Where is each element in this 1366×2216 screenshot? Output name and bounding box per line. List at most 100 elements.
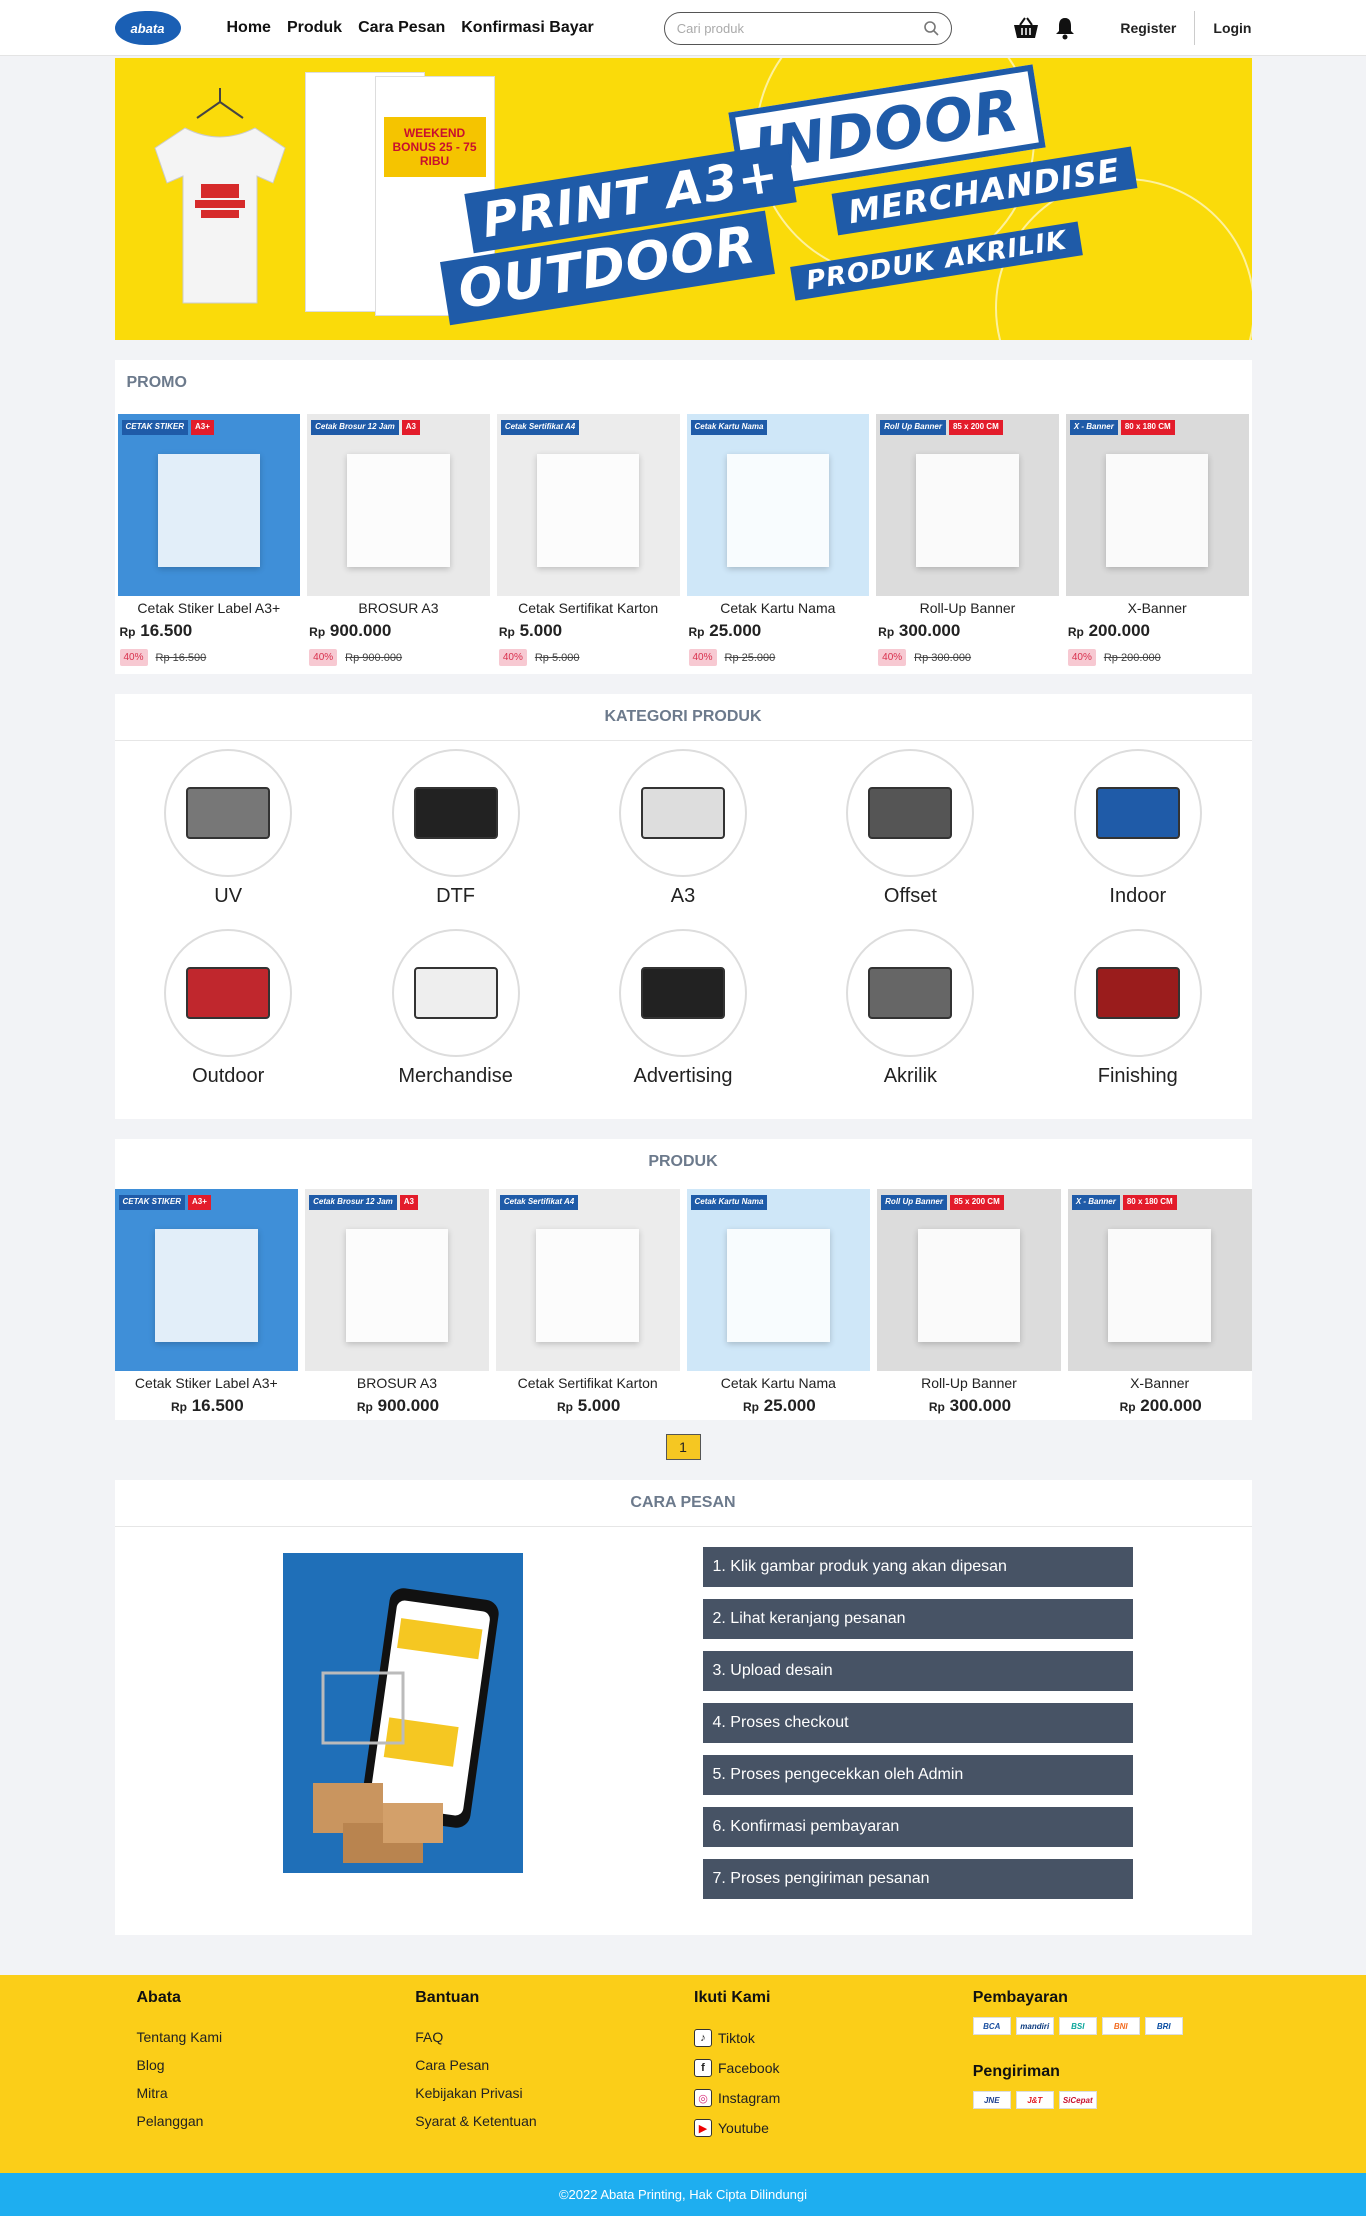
footer-link-faq[interactable]: FAQ <box>415 2029 694 2045</box>
category-label[interactable]: Offset <box>797 885 1024 908</box>
product-price: Rp 16.500 <box>115 1396 299 1416</box>
product-name[interactable]: Cetak Stiker Label A3+ <box>118 600 301 616</box>
product-name[interactable]: X-Banner <box>1066 600 1249 616</box>
category-label[interactable]: DTF <box>342 885 569 908</box>
category-image[interactable] <box>164 929 293 1057</box>
product-card[interactable]: Cetak Brosur 12 Jam A3 BROSUR A3 Rp 900.000 <box>305 1189 489 1420</box>
product-card[interactable]: X - Banner 80 x 180 CM X-Banner Rp 200.000 <box>1067 1189 1252 1420</box>
category-image[interactable] <box>618 929 747 1057</box>
footer-link-blog[interactable]: Blog <box>137 2057 416 2073</box>
category-image[interactable] <box>391 929 520 1057</box>
product-image[interactable]: Cetak Kartu Nama <box>686 414 870 596</box>
category-dtf[interactable]: DTF <box>342 749 569 929</box>
product-image[interactable]: X - Banner 80 x 180 CM <box>1065 414 1249 596</box>
nav-home[interactable]: Home <box>227 19 271 37</box>
category-image[interactable] <box>1073 749 1202 877</box>
product-image[interactable]: CETAK STIKER A3+ <box>114 1189 299 1371</box>
product-image[interactable]: Cetak Sertifikat A4 <box>496 414 680 596</box>
machine-icon <box>413 787 498 839</box>
product-name[interactable]: Cetak Stiker Label A3+ <box>115 1375 299 1391</box>
currency-label: Rp <box>170 1400 187 1414</box>
promo-product-card[interactable]: Cetak Brosur 12 Jam A3 BROSUR A3 Rp 900.000… <box>307 414 490 674</box>
nav-konfirmasi-bayar[interactable]: Konfirmasi Bayar <box>461 19 594 37</box>
product-image[interactable]: X - Banner 80 x 180 CM <box>1067 1189 1252 1371</box>
category-akrilik[interactable]: Akrilik <box>797 929 1024 1109</box>
category-label[interactable]: A3 <box>569 885 796 908</box>
product-image[interactable]: Roll Up Banner 85 x 200 CM <box>876 414 1059 596</box>
category-uv[interactable]: UV <box>115 749 342 929</box>
footer-link-cara-pesan[interactable]: Cara Pesan <box>415 2057 694 2073</box>
category-image[interactable] <box>391 749 520 877</box>
hero-banner[interactable]: WEEKEND BONUS 25 - 75 RIBU INDOOR PRINT … <box>114 58 1252 340</box>
product-name[interactable]: Roll-Up Banner <box>877 1375 1061 1391</box>
footer-link-pelanggan[interactable]: Pelanggan <box>137 2113 416 2129</box>
category-label[interactable]: Akrilik <box>797 1065 1024 1088</box>
product-name[interactable]: Cetak Kartu Nama <box>687 600 870 616</box>
product-image[interactable]: Cetak Brosur 12 Jam A3 <box>307 414 490 596</box>
category-indoor[interactable]: Indoor <box>1024 749 1251 929</box>
category-image[interactable] <box>846 929 975 1057</box>
product-image-label: CETAK STIKER <box>118 1195 186 1210</box>
footer-link-facebook[interactable]: f Facebook <box>694 2059 973 2077</box>
product-name[interactable]: BROSUR A3 <box>305 1375 489 1391</box>
abata-logo[interactable]: abata <box>114 11 181 45</box>
product-name[interactable]: X-Banner <box>1068 1375 1252 1391</box>
footer-link-syarat-ketentuan[interactable]: Syarat & Ketentuan <box>415 2113 694 2129</box>
cart-icon[interactable] <box>1012 16 1040 40</box>
product-name[interactable]: Roll-Up Banner <box>876 600 1059 616</box>
nav-cara-pesan[interactable]: Cara Pesan <box>358 19 445 37</box>
product-card[interactable]: CETAK STIKER A3+ Cetak Stiker Label A3+ Rp … <box>114 1189 299 1420</box>
promo-product-card[interactable]: CETAK STIKER A3+ Cetak Stiker Label A3+ Rp … <box>117 414 301 674</box>
product-card[interactable]: Cetak Sertifikat A4 Cetak Sertifikat Kart… <box>495 1189 680 1420</box>
product-image[interactable]: Roll Up Banner 85 x 200 CM <box>877 1189 1061 1371</box>
product-image-label: Cetak Sertifikat A4 <box>500 420 580 435</box>
product-image[interactable]: Cetak Kartu Nama <box>686 1189 871 1371</box>
category-image[interactable] <box>1073 929 1202 1057</box>
how-to-order-section: CARA PESAN 1. Klik gambar produk yang ak… <box>114 1480 1252 1935</box>
promo-product-card[interactable]: Cetak Kartu Nama Cetak Kartu Nama Rp 25.00… <box>686 414 870 674</box>
product-name[interactable]: BROSUR A3 <box>307 600 490 616</box>
login-link[interactable]: Login <box>1195 20 1251 36</box>
search-icon[interactable] <box>923 20 939 36</box>
category-label[interactable]: UV <box>115 885 342 908</box>
footer-link-youtube[interactable]: ▶ Youtube <box>694 2119 973 2137</box>
machine-icon <box>186 787 271 839</box>
footer-link-instagram[interactable]: ◎ Instagram <box>694 2089 973 2107</box>
category-label[interactable]: Advertising <box>569 1065 796 1088</box>
category-image[interactable] <box>164 749 293 877</box>
footer-link-tiktok[interactable]: ♪ Tiktok <box>694 2029 973 2047</box>
category-outdoor[interactable]: Outdoor <box>115 929 342 1109</box>
category-label[interactable]: Indoor <box>1024 885 1251 908</box>
category-a3[interactable]: A3 <box>569 749 796 929</box>
page-1-button[interactable]: 1 <box>665 1434 701 1460</box>
promo-product-card[interactable]: X - Banner 80 x 180 CM X-Banner Rp 200.000 4… <box>1065 414 1249 674</box>
product-card[interactable]: Cetak Kartu Nama Cetak Kartu Nama Rp 25.00… <box>686 1189 871 1420</box>
product-card[interactable]: Roll Up Banner 85 x 200 CM Roll-Up Banner R… <box>877 1189 1061 1420</box>
footer-link-tentang-kami[interactable]: Tentang Kami <box>137 2029 416 2045</box>
footer-abata-title: Abata <box>136 1989 181 2006</box>
category-offset[interactable]: Offset <box>797 749 1024 929</box>
product-image[interactable]: CETAK STIKER A3+ <box>117 414 301 596</box>
category-label[interactable]: Outdoor <box>115 1065 342 1088</box>
product-image[interactable]: Cetak Sertifikat A4 <box>495 1189 680 1371</box>
product-name[interactable]: Cetak Sertifikat Karton <box>496 1375 680 1391</box>
category-merchandise[interactable]: Merchandise <box>342 929 569 1109</box>
footer-link-mitra[interactable]: Mitra <box>137 2085 416 2101</box>
promo-product-card[interactable]: Roll Up Banner 85 x 200 CM Roll-Up Banner R… <box>876 414 1059 674</box>
search-input[interactable] <box>676 20 923 36</box>
bell-icon[interactable] <box>1054 16 1076 40</box>
category-label[interactable]: Merchandise <box>342 1065 569 1088</box>
promo-product-card[interactable]: Cetak Sertifikat A4 Cetak Sertifikat Kart… <box>496 414 680 674</box>
category-image[interactable] <box>618 749 747 877</box>
category-advertising[interactable]: Advertising <box>569 929 796 1109</box>
product-name[interactable]: Cetak Kartu Nama <box>687 1375 871 1391</box>
product-name[interactable]: Cetak Sertifikat Karton <box>497 600 680 616</box>
category-finishing[interactable]: Finishing <box>1024 929 1251 1109</box>
product-image-label: Roll Up Banner <box>881 1195 947 1210</box>
register-link[interactable]: Register <box>1102 20 1194 36</box>
category-image[interactable] <box>846 749 975 877</box>
nav-produk[interactable]: Produk <box>287 19 342 37</box>
category-label[interactable]: Finishing <box>1024 1065 1251 1088</box>
product-image[interactable]: Cetak Brosur 12 Jam A3 <box>305 1189 489 1371</box>
footer-link-kebijakan-privasi[interactable]: Kebijakan Privasi <box>415 2085 694 2101</box>
